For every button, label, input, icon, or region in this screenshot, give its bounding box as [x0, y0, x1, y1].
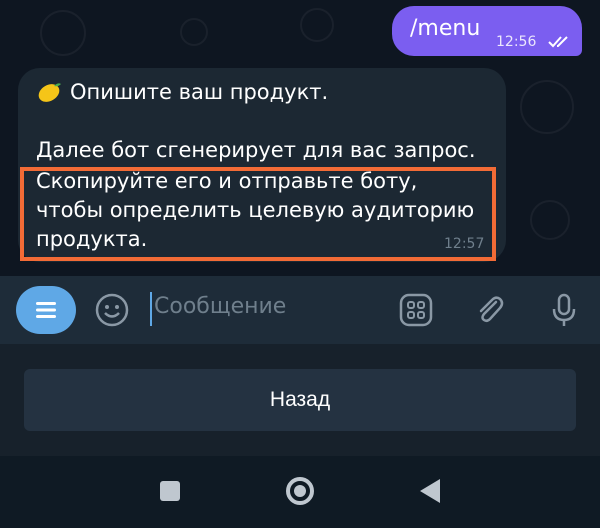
microphone-icon — [552, 293, 576, 326]
background-doodle — [530, 200, 570, 240]
home-button[interactable] — [286, 477, 314, 505]
bot-keyboard: Назад — [0, 344, 600, 456]
paperclip-icon — [479, 296, 504, 323]
message-input[interactable]: Сообщение — [154, 294, 286, 319]
incoming-message-title-row: Опишите ваш продукт. — [36, 80, 328, 104]
attach-button[interactable] — [470, 290, 510, 330]
outgoing-message-text: /menu — [410, 16, 481, 41]
message-input-bar: Сообщение — [0, 276, 600, 344]
highlight-annotation-box — [20, 167, 496, 261]
double-check-icon — [548, 36, 568, 48]
incoming-message-title: Опишите ваш продукт. — [70, 80, 329, 104]
background-doodle — [40, 10, 86, 56]
bot-menu-button[interactable] — [16, 286, 76, 334]
grid-icon — [399, 293, 433, 327]
lemon-icon — [38, 83, 61, 102]
background-doodle — [520, 80, 574, 134]
android-navigation-bar — [0, 456, 600, 528]
background-doodle — [180, 18, 208, 46]
attach-grid-button[interactable] — [396, 290, 436, 330]
background-doodle — [300, 8, 334, 42]
emoji-button[interactable] — [92, 290, 132, 330]
recent-apps-button[interactable] — [160, 481, 180, 501]
text-cursor — [150, 292, 152, 326]
smiley-icon — [95, 293, 129, 327]
voice-message-button[interactable] — [544, 290, 584, 330]
back-button[interactable]: Назад — [24, 369, 576, 431]
chat-area: /menu 12:56 Опишите ваш продукт. Далее б… — [0, 0, 600, 276]
incoming-message-line: Далее бот сгенерирует для вас запрос. — [36, 138, 476, 162]
outgoing-message[interactable]: /menu 12:56 — [392, 6, 582, 56]
menu-icon — [36, 302, 56, 318]
back-nav-icon[interactable] — [420, 479, 440, 503]
outgoing-message-time: 12:56 — [496, 34, 537, 50]
